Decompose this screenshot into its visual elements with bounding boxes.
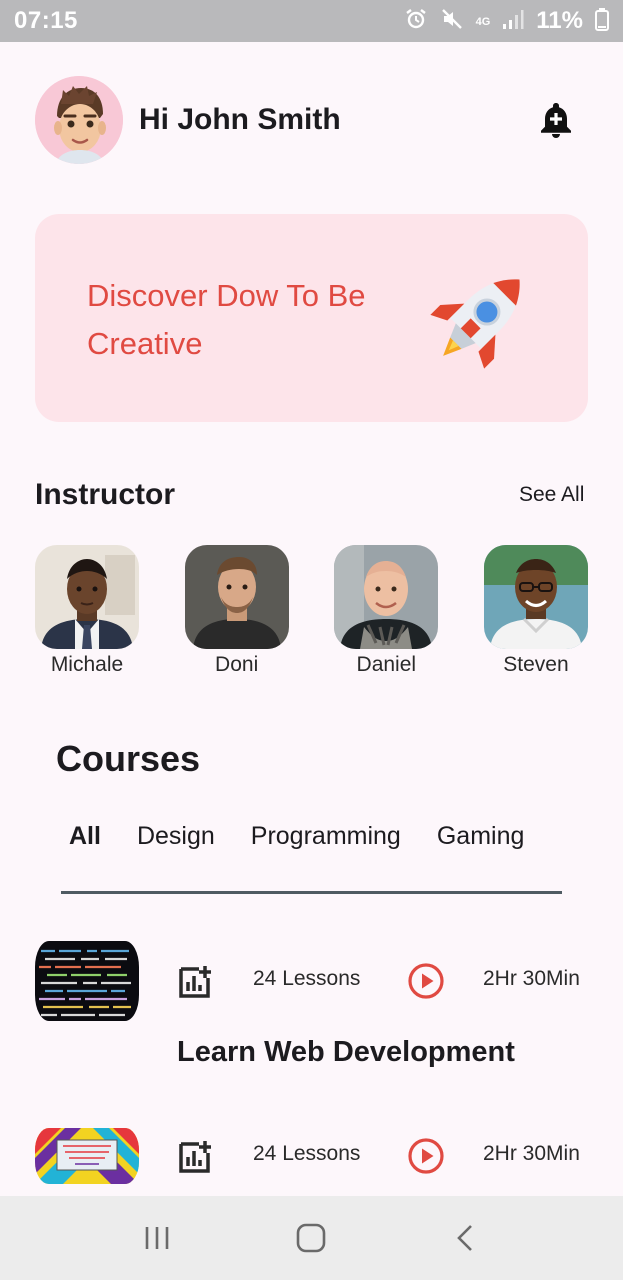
course-duration: 2Hr 30Min <box>483 1142 580 1165</box>
status-icons: 4G 11% <box>404 7 609 36</box>
battery-percent: 11% <box>536 7 583 34</box>
instructor-name: Steven <box>503 653 569 676</box>
signal-icon <box>502 8 524 35</box>
course-item[interactable]: 24 Lessons 2Hr 30Min <box>35 1116 588 1196</box>
battery-icon <box>595 7 609 36</box>
mute-icon <box>440 7 464 36</box>
promo-banner[interactable]: Discover Dow To Be Creative <box>35 214 588 422</box>
courses-section-title: Courses <box>56 738 201 779</box>
instructor-card[interactable]: Daniel <box>334 545 439 677</box>
tab-programming[interactable]: Programming <box>251 822 401 851</box>
instructor-photo <box>334 545 439 649</box>
course-duration: 2Hr 30Min <box>483 967 580 990</box>
instructor-name: Michale <box>50 653 124 676</box>
back-button[interactable] <box>436 1208 496 1268</box>
instructor-card[interactable]: Doni <box>184 545 289 677</box>
instructor-list: Michale Doni Daniel Steven <box>35 545 588 677</box>
course-tabs: All Design Programming Gaming <box>69 822 560 851</box>
lessons-stat-icon <box>178 1138 214 1179</box>
instructor-card[interactable]: Steven <box>483 545 588 677</box>
memoji-avatar-icon <box>35 76 123 164</box>
alarm-icon <box>404 7 428 36</box>
instructor-section-title: Instructor <box>35 478 176 511</box>
status-time: 07:15 <box>14 7 78 34</box>
lessons-count: 24 Lessons <box>253 1142 361 1165</box>
promo-text: Discover Dow To Be Creative <box>87 278 366 361</box>
network-4g-icon: 4G <box>475 16 491 28</box>
recent-apps-button[interactable] <box>127 1208 187 1268</box>
add-alert-bell-icon <box>541 103 571 138</box>
tab-gaming[interactable]: Gaming <box>437 822 525 851</box>
instructor-photo <box>184 545 289 649</box>
instructor-photo <box>483 545 588 649</box>
course-title[interactable]: Learn Web Development <box>0 1036 623 1069</box>
lessons-count: 24 Lessons <box>253 967 361 990</box>
rocket-icon <box>423 258 541 381</box>
instructor-name: Doni <box>215 653 259 676</box>
add-alert-button[interactable] <box>534 98 578 142</box>
course-thumbnail <box>35 941 139 1021</box>
back-icon <box>456 1225 472 1251</box>
see-all-link[interactable]: See All <box>519 483 584 507</box>
user-avatar[interactable] <box>35 76 123 164</box>
greeting-text: Hi John Smith <box>139 103 341 136</box>
status-bar: 07:15 4G 11% <box>0 0 623 42</box>
tabs-underline <box>61 891 562 894</box>
tab-all[interactable]: All <box>69 822 101 851</box>
course-thumbnail <box>35 1128 139 1184</box>
home-button[interactable] <box>281 1208 341 1268</box>
recent-apps-icon <box>145 1227 169 1249</box>
header: Hi John Smith <box>35 76 588 164</box>
play-circle-icon[interactable] <box>407 962 445 1005</box>
instructor-name: Daniel <box>356 653 417 676</box>
instructor-photo <box>35 545 139 649</box>
course-item[interactable]: 24 Lessons 2Hr 30Min <box>35 941 588 1021</box>
play-circle-icon[interactable] <box>407 1137 445 1180</box>
lessons-stat-icon <box>178 963 214 1004</box>
tab-design[interactable]: Design <box>137 822 215 851</box>
system-nav-bar <box>0 1196 623 1280</box>
instructor-card[interactable]: Michale <box>35 545 139 677</box>
home-icon <box>297 1223 326 1253</box>
